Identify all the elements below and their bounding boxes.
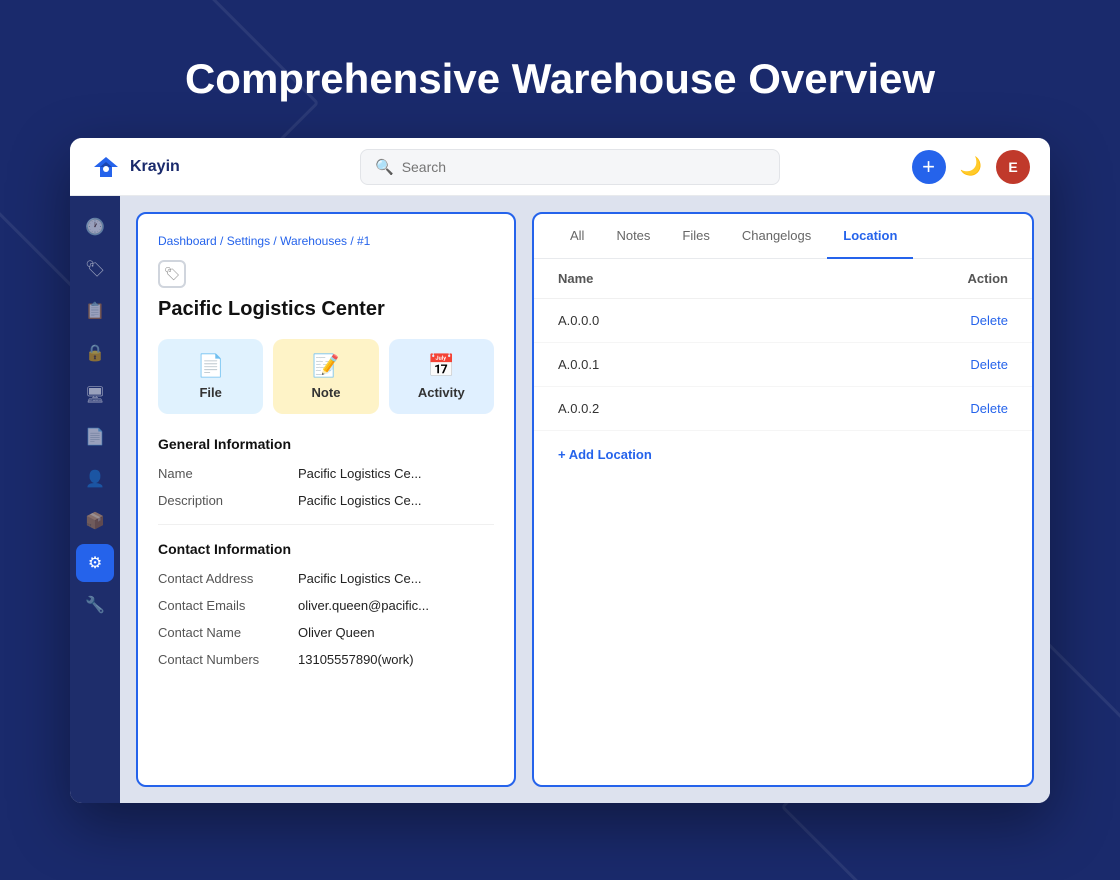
sidebar-item-lock[interactable]: 🔒 — [76, 334, 114, 372]
activity-card-icon: 📅 — [428, 353, 455, 379]
sidebar-item-person[interactable]: 👤 — [76, 460, 114, 498]
topbar-right: + 🌙 E — [910, 150, 1030, 184]
note-card-icon: 📝 — [312, 353, 339, 379]
table-row: A.0.0.0 Delete — [534, 299, 1032, 343]
dark-mode-button[interactable]: 🌙 — [960, 156, 982, 177]
action-cards: 📄 File 📝 Note 📅 Activity — [158, 339, 494, 414]
section-divider — [158, 524, 494, 525]
info-row-description: Description Pacific Logistics Ce... — [158, 493, 494, 508]
search-input[interactable] — [402, 159, 765, 175]
tab-location[interactable]: Location — [827, 214, 913, 259]
tabs: All Notes Files Changelogs Location — [534, 214, 1032, 259]
delete-button-0[interactable]: Delete — [970, 313, 1008, 328]
info-row-contact-name: Contact Name Oliver Queen — [158, 625, 494, 640]
logo-icon — [90, 153, 122, 181]
activity-action-card[interactable]: 📅 Activity — [389, 339, 494, 414]
activity-card-label: Activity — [418, 385, 465, 400]
location-table: Name Action A.0.0.0 Delete A.0.0.1 Delet… — [534, 259, 1032, 785]
sidebar-item-settings[interactable]: ⚙ — [76, 544, 114, 582]
info-row-address: Contact Address Pacific Logistics Ce... — [158, 571, 494, 586]
left-panel: Dashboard / Settings / Warehouses / #1 🏷… — [136, 212, 516, 787]
sidebar-item-monitor[interactable]: 🖥 — [76, 376, 114, 414]
info-row-emails: Contact Emails oliver.queen@pacific... — [158, 598, 494, 613]
tag-button[interactable]: 🏷 — [158, 260, 186, 288]
avatar[interactable]: E — [996, 150, 1030, 184]
file-card-icon: 📄 — [197, 353, 224, 379]
tab-files[interactable]: Files — [666, 214, 725, 259]
logo-text: Krayin — [130, 158, 180, 176]
sidebar-item-wrench[interactable]: 🔧 — [76, 586, 114, 624]
content-area: Dashboard / Settings / Warehouses / #1 🏷… — [120, 196, 1050, 803]
app-window: Krayin 🔍 + 🌙 E 🕐 🏷 📋 🔒 🖥 📄 👤 📦 ⚙ 🔧 — [70, 138, 1050, 803]
tab-changelogs[interactable]: Changelogs — [726, 214, 827, 259]
delete-button-1[interactable]: Delete — [970, 357, 1008, 372]
contact-info-title: Contact Information — [158, 541, 494, 557]
file-card-label: File — [199, 385, 221, 400]
page-title: Comprehensive Warehouse Overview — [0, 0, 1120, 138]
topbar: Krayin 🔍 + 🌙 E — [70, 138, 1050, 196]
add-location-button[interactable]: + Add Location — [534, 431, 676, 478]
file-action-card[interactable]: 📄 File — [158, 339, 263, 414]
delete-button-2[interactable]: Delete — [970, 401, 1008, 416]
tab-notes[interactable]: Notes — [600, 214, 666, 259]
sidebar-item-tag[interactable]: 🏷 — [76, 250, 114, 288]
note-card-label: Note — [312, 385, 341, 400]
add-button[interactable]: + — [912, 150, 946, 184]
sidebar-item-file[interactable]: 📋 — [76, 292, 114, 330]
sidebar-item-box[interactable]: 📦 — [76, 502, 114, 540]
search-bar[interactable]: 🔍 — [360, 149, 780, 185]
sidebar-item-list[interactable]: 📄 — [76, 418, 114, 456]
right-panel: All Notes Files Changelogs Location Name… — [532, 212, 1034, 787]
main-layout: 🕐 🏷 📋 🔒 🖥 📄 👤 📦 ⚙ 🔧 Dashboard / Settings… — [70, 196, 1050, 803]
tab-all[interactable]: All — [554, 214, 600, 259]
table-row: A.0.0.1 Delete — [534, 343, 1032, 387]
sidebar-item-clock[interactable]: 🕐 — [76, 208, 114, 246]
info-row-name: Name Pacific Logistics Ce... — [158, 466, 494, 481]
general-info-title: General Information — [158, 436, 494, 452]
table-header: Name Action — [534, 259, 1032, 299]
logo-area: Krayin — [90, 153, 230, 181]
info-row-contact-numbers: Contact Numbers 13105557890(work) — [158, 652, 494, 667]
search-icon: 🔍 — [375, 158, 394, 176]
entity-title: Pacific Logistics Center — [158, 298, 494, 321]
breadcrumb: Dashboard / Settings / Warehouses / #1 — [158, 234, 494, 248]
table-row: A.0.0.2 Delete — [534, 387, 1032, 431]
note-action-card[interactable]: 📝 Note — [273, 339, 378, 414]
sidebar: 🕐 🏷 📋 🔒 🖥 📄 👤 📦 ⚙ 🔧 — [70, 196, 120, 803]
